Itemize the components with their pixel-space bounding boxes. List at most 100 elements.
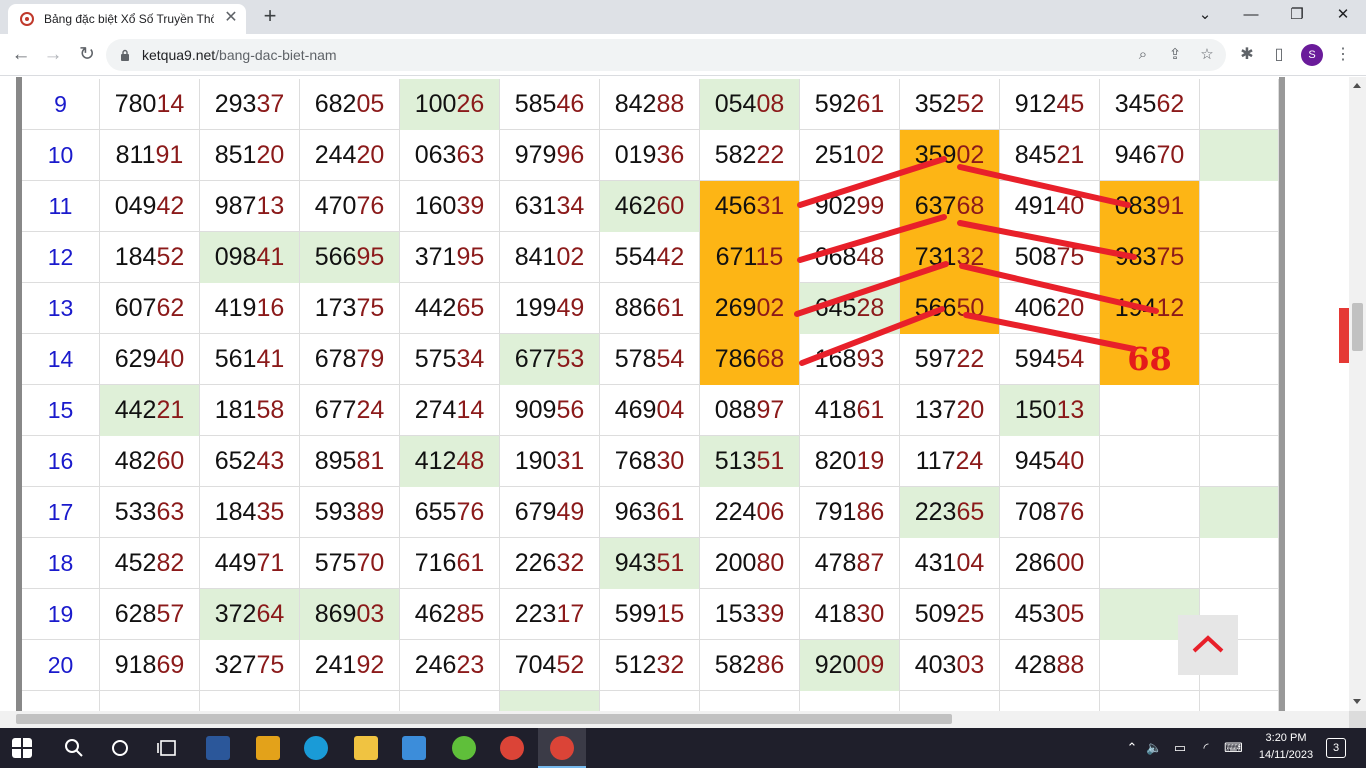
close-window-button[interactable]: ✕ bbox=[1320, 4, 1366, 28]
result-head-digits: 716 bbox=[414, 549, 457, 577]
result-cell: 96361 bbox=[600, 487, 700, 538]
result-cell: 55442 bbox=[600, 232, 700, 283]
table-row: 16 48260 65243 89581 41248 19031 76830 51351 820… bbox=[22, 436, 1279, 487]
minimize-button[interactable]: — bbox=[1228, 4, 1274, 28]
result-cell: 86903 bbox=[300, 589, 400, 640]
table-row: 10 81191 85120 24420 06363 97996 01936 58222 251… bbox=[22, 130, 1279, 181]
result-cell: 91869 bbox=[100, 640, 200, 691]
result-cell bbox=[1200, 436, 1279, 487]
edge-browser-icon[interactable] bbox=[304, 736, 328, 760]
result-cell: 19031 bbox=[500, 436, 600, 487]
result-tail-digits: 20 bbox=[956, 396, 985, 424]
result-cell: 40303 bbox=[900, 640, 1000, 691]
search-icon[interactable] bbox=[62, 736, 86, 760]
word-app-icon[interactable] bbox=[206, 736, 230, 760]
row-number: 19 bbox=[22, 589, 100, 640]
share-icon[interactable]: ⇪ bbox=[1166, 46, 1184, 64]
chrome-profile-icon bbox=[550, 736, 574, 760]
bookmark-star-icon[interactable]: ☆ bbox=[1198, 46, 1216, 64]
scroll-to-top-button[interactable] bbox=[1178, 615, 1238, 675]
result-cell: 37195 bbox=[400, 232, 500, 283]
address-bar[interactable]: ketqua9.net/bang-dac-biet-nam ⌕ ⇪ ☆ bbox=[106, 39, 1226, 71]
result-cell: 56650 bbox=[900, 283, 1000, 334]
wifi-icon[interactable]: ◜ bbox=[1198, 740, 1214, 756]
new-tab-button[interactable]: + bbox=[258, 5, 282, 29]
result-cell: 15339 bbox=[700, 589, 800, 640]
store-app-icon[interactable] bbox=[256, 736, 280, 760]
result-cell: 24623 bbox=[400, 640, 500, 691]
zoom-icon[interactable]: ⌕ bbox=[1134, 46, 1152, 64]
result-cell: 18452 bbox=[100, 232, 200, 283]
back-arrow-icon[interactable]: ← bbox=[8, 43, 34, 67]
result-tail-digits: 13 bbox=[256, 192, 285, 220]
site-favicon-icon bbox=[20, 12, 34, 26]
result-cell: 58222 bbox=[700, 130, 800, 181]
result-cell: 63768 bbox=[900, 181, 1000, 232]
result-cell: 20080 bbox=[700, 538, 800, 589]
result-head-digits: 352 bbox=[914, 90, 957, 118]
side-panel-icon[interactable]: ▯ bbox=[1268, 44, 1290, 66]
result-cell: 10026 bbox=[400, 79, 500, 130]
result-cell: 24420 bbox=[300, 130, 400, 181]
vertical-scrollbar[interactable] bbox=[1349, 77, 1366, 711]
result-cell: 94540 bbox=[1000, 436, 1100, 487]
scroll-down-arrow-icon[interactable] bbox=[1353, 699, 1361, 704]
extensions-icon[interactable]: ✱ bbox=[1236, 44, 1258, 66]
result-tail-digits: 52 bbox=[956, 90, 985, 118]
scroll-up-arrow-icon[interactable] bbox=[1353, 83, 1361, 88]
result-head-digits: 482 bbox=[114, 447, 157, 475]
tab-title: Bảng đặc biệt Xổ Số Truyền Thố bbox=[44, 12, 214, 26]
result-head-digits: 677 bbox=[314, 396, 357, 424]
tray-overflow-icon[interactable]: ⌃ bbox=[1124, 740, 1140, 756]
result-tail-digits: 95 bbox=[356, 243, 385, 271]
result-head-digits: 173 bbox=[314, 294, 357, 322]
row-number: 15 bbox=[22, 385, 100, 436]
result-tail-digits: 52 bbox=[556, 651, 585, 679]
result-tail-digits: 48 bbox=[856, 243, 885, 271]
task-view-icon[interactable] bbox=[156, 736, 180, 760]
result-head-digits: 049 bbox=[114, 192, 157, 220]
result-cell: 84102 bbox=[500, 232, 600, 283]
result-cell: 35252 bbox=[900, 79, 1000, 130]
forward-arrow-icon[interactable]: → bbox=[40, 43, 66, 67]
utility-app-icon[interactable] bbox=[402, 736, 426, 760]
result-tail-digits: 42 bbox=[656, 243, 685, 271]
clock-time[interactable]: 3:20 PM bbox=[1256, 732, 1316, 744]
vertical-scroll-thumb[interactable] bbox=[1352, 303, 1363, 351]
result-head-digits: 851 bbox=[214, 141, 257, 169]
battery-icon[interactable]: ▭ bbox=[1172, 740, 1188, 756]
active-chrome-window[interactable] bbox=[538, 728, 586, 768]
horizontal-scroll-thumb[interactable] bbox=[16, 714, 952, 724]
result-tail-digits: 63 bbox=[156, 498, 185, 526]
result-head-digits: 682 bbox=[314, 90, 357, 118]
result-cell: 19949 bbox=[500, 283, 600, 334]
result-head-digits: 184 bbox=[114, 243, 157, 271]
menu-kebab-icon[interactable]: ⋮ bbox=[1332, 44, 1354, 66]
result-tail-digits: 61 bbox=[656, 498, 685, 526]
result-head-digits: 677 bbox=[514, 345, 557, 373]
result-cell: 68205 bbox=[300, 79, 400, 130]
tab-search-chevron-icon[interactable]: ⌄ bbox=[1182, 4, 1228, 28]
green-app-icon[interactable] bbox=[452, 736, 476, 760]
result-tail-digits: 75 bbox=[1056, 243, 1085, 271]
chrome-app-icon[interactable] bbox=[500, 736, 524, 760]
reload-icon[interactable]: ↻ bbox=[74, 43, 100, 67]
result-tail-digits: 20 bbox=[356, 141, 385, 169]
result-head-digits: 098 bbox=[214, 243, 257, 271]
profile-avatar[interactable]: S bbox=[1301, 44, 1323, 66]
restore-button[interactable]: ❐ bbox=[1274, 4, 1320, 28]
notification-center-icon[interactable]: 3 bbox=[1326, 738, 1346, 758]
volume-icon[interactable]: 🔈 bbox=[1146, 740, 1162, 756]
cortana-icon[interactable] bbox=[108, 736, 132, 760]
windows-start-icon[interactable] bbox=[12, 738, 32, 758]
keyboard-icon[interactable]: ⌨ bbox=[1224, 740, 1243, 756]
clock-date[interactable]: 14/11/2023 bbox=[1250, 749, 1322, 761]
result-head-digits: 920 bbox=[814, 651, 857, 679]
horizontal-scrollbar[interactable] bbox=[0, 711, 1349, 728]
result-cell bbox=[1200, 232, 1279, 283]
result-tail-digits: 03 bbox=[956, 651, 985, 679]
file-explorer-icon[interactable] bbox=[354, 736, 378, 760]
close-tab-icon[interactable]: ✕ bbox=[222, 9, 240, 27]
result-tail-digits: 86 bbox=[856, 498, 885, 526]
browser-tab[interactable]: Bảng đặc biệt Xổ Số Truyền Thố ✕ bbox=[8, 4, 246, 34]
